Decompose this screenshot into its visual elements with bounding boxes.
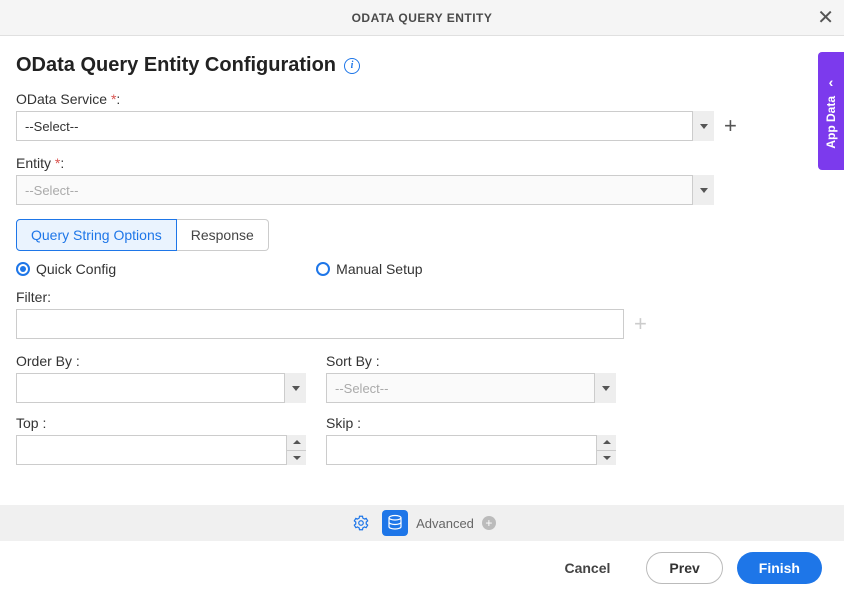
radio-quick-config[interactable]: Quick Config — [16, 261, 116, 277]
chevron-down-icon[interactable] — [692, 111, 714, 141]
tab-query-string-options[interactable]: Query String Options — [16, 219, 177, 251]
info-icon[interactable]: i — [344, 58, 360, 74]
prev-button[interactable]: Prev — [646, 552, 722, 584]
finish-button[interactable]: Finish — [737, 552, 822, 584]
config-mode-row: Quick Config Manual Setup — [16, 261, 828, 277]
dialog-title: ODATA QUERY ENTITY — [352, 11, 493, 25]
add-filter-button: + — [630, 313, 651, 335]
close-icon[interactable]: ✕ — [817, 8, 834, 28]
advanced-expand-icon[interactable]: + — [482, 516, 496, 530]
page-heading: OData Query Entity Configuration — [16, 54, 336, 77]
skip-input[interactable] — [326, 435, 616, 465]
spin-down-icon[interactable] — [597, 451, 616, 466]
sort-by-select[interactable]: --Select-- — [326, 373, 616, 403]
sort-by-field: Sort By : --Select-- — [326, 353, 616, 403]
database-icon[interactable] — [382, 510, 408, 536]
skip-label: Skip : — [326, 415, 616, 431]
odata-service-select[interactable]: --Select-- — [16, 111, 714, 141]
radio-manual-setup[interactable]: Manual Setup — [316, 261, 422, 277]
chevron-down-icon[interactable] — [692, 175, 714, 205]
spin-up-icon[interactable] — [287, 435, 306, 451]
top-label: Top : — [16, 415, 306, 431]
gear-icon[interactable] — [348, 510, 374, 536]
dialog-header: ODATA QUERY ENTITY ✕ — [0, 0, 844, 36]
order-by-field: Order By : — [16, 353, 306, 403]
radio-unchecked-icon — [316, 262, 330, 276]
chevron-down-icon[interactable] — [284, 373, 306, 403]
chevron-left-icon: ‹ — [829, 74, 834, 90]
spin-down-icon[interactable] — [287, 451, 306, 466]
filter-input[interactable] — [16, 309, 624, 339]
tab-response[interactable]: Response — [177, 219, 269, 251]
radio-checked-icon — [16, 262, 30, 276]
entity-label: Entity *: — [16, 155, 828, 171]
top-field: Top : — [16, 415, 306, 465]
side-tab-app-data[interactable]: ‹ App Data — [818, 52, 844, 170]
order-by-select[interactable] — [16, 373, 306, 403]
filter-field: Filter: + — [16, 289, 828, 339]
entity-field: Entity *: --Select-- — [16, 155, 828, 205]
sort-by-label: Sort By : — [326, 353, 616, 369]
chevron-down-icon[interactable] — [594, 373, 616, 403]
required-mark: * — [55, 155, 60, 171]
skip-spinner — [596, 435, 616, 465]
required-mark: * — [111, 91, 116, 107]
skip-field: Skip : — [326, 415, 616, 465]
top-input[interactable] — [16, 435, 306, 465]
filter-label: Filter: — [16, 289, 828, 305]
advanced-label[interactable]: Advanced — [416, 516, 474, 531]
odata-service-label: OData Service *: — [16, 91, 828, 107]
options-tabs: Query String Options Response — [16, 219, 828, 251]
cancel-button[interactable]: Cancel — [542, 552, 632, 584]
section-title-row: OData Query Entity Configuration i — [16, 54, 828, 77]
top-spinner — [286, 435, 306, 465]
entity-select[interactable]: --Select-- — [16, 175, 714, 205]
advanced-toolbar: Advanced + — [0, 505, 844, 541]
dialog-footer: Cancel Prev Finish — [0, 541, 844, 594]
add-service-button[interactable]: + — [720, 115, 741, 137]
spin-up-icon[interactable] — [597, 435, 616, 451]
dialog-body: OData Query Entity Configuration i OData… — [0, 36, 844, 477]
odata-service-field: OData Service *: --Select-- + — [16, 91, 828, 141]
order-by-label: Order By : — [16, 353, 306, 369]
